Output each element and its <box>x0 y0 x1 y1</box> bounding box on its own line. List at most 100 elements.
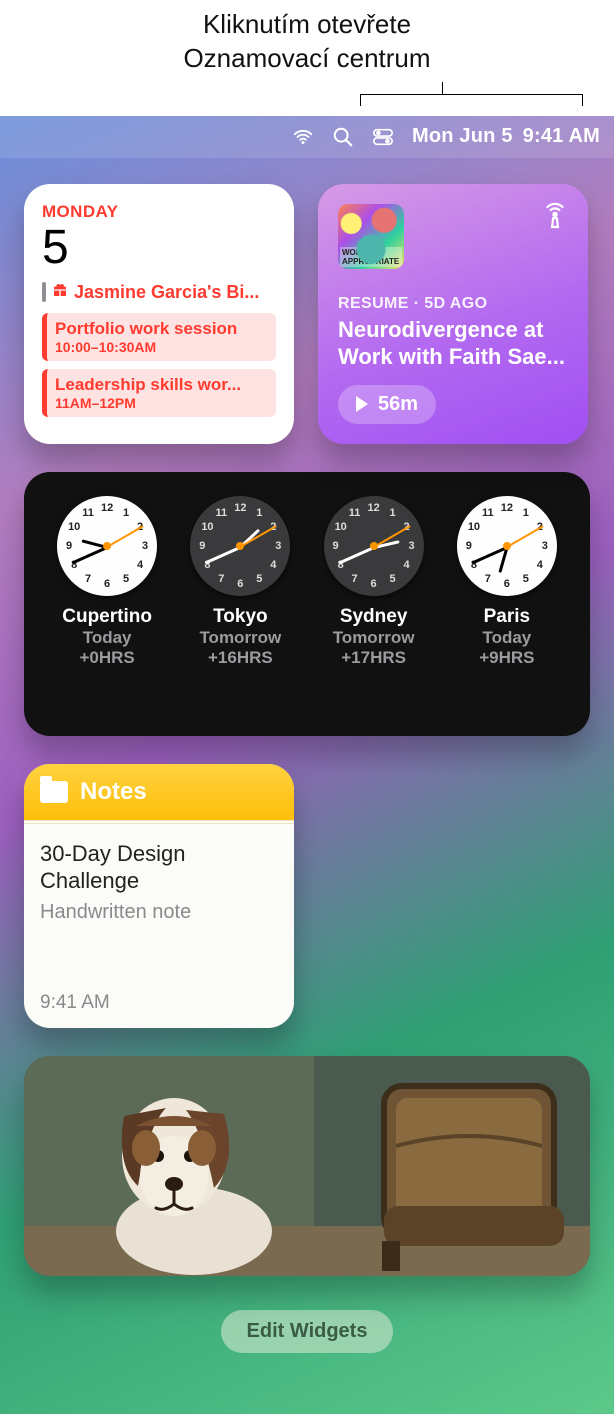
podcast-duration: 56m <box>378 393 418 416</box>
calendar-day-number: 5 <box>42 224 276 272</box>
notes-header-label: Notes <box>80 778 147 806</box>
notes-widget[interactable]: Notes 30-Day Design Challenge Handwritte… <box>24 764 294 1028</box>
calendar-event: Portfolio work session10:00–10:30AM <box>42 313 276 361</box>
control-center-icon[interactable] <box>372 126 394 148</box>
note-subtitle: Handwritten note <box>40 901 278 924</box>
clock-numeral: 11 <box>349 507 361 519</box>
podcast-play-button[interactable]: 56m <box>338 385 436 424</box>
clock-numeral: 11 <box>82 507 94 519</box>
clock-relative-day: Today <box>482 628 531 648</box>
clock-offset: +9HRS <box>479 648 534 668</box>
clock-hand-m <box>72 546 108 564</box>
clock-numeral: 12 <box>101 502 113 514</box>
wifi-icon[interactable] <box>292 126 314 148</box>
clock-numeral: 10 <box>468 521 480 533</box>
desktop: Mon Jun 5 9:41 AM MONDAY 5 Jasmine Garci… <box>0 116 614 1414</box>
clock-item: 121234567891011ParisToday+9HRS <box>444 496 570 712</box>
clock-numeral: 1 <box>256 507 262 519</box>
play-icon <box>356 396 368 412</box>
menubar: Mon Jun 5 9:41 AM <box>0 116 614 158</box>
clock-numeral: 4 <box>403 559 409 571</box>
clock-numeral: 9 <box>333 540 339 552</box>
clock-numeral: 11 <box>482 507 494 519</box>
clock-numeral: 5 <box>523 573 529 585</box>
clock-item: 121234567891011CupertinoToday+0HRS <box>44 496 170 712</box>
clock-numeral: 6 <box>504 578 510 590</box>
calendar-day-label: MONDAY <box>42 202 276 222</box>
clock-hand-m <box>338 546 374 564</box>
photos-widget[interactable] <box>24 1056 590 1276</box>
clock-numeral: 12 <box>367 502 379 514</box>
calendar-event: Leadership skills wor...11AM–12PM <box>42 369 276 417</box>
widgets-area: MONDAY 5 Jasmine Garcia's Bi... Portfoli… <box>0 158 614 1377</box>
calendar-event-title: Leadership skills wor... <box>55 375 268 395</box>
clock-hand-m <box>205 546 241 564</box>
annotation-text: Kliknutím otevřete Oznamovací centrum <box>0 0 614 80</box>
clock-numeral: 1 <box>390 507 396 519</box>
clock-numeral: 1 <box>523 507 529 519</box>
clock-offset: +0HRS <box>79 648 134 668</box>
calendar-event-time: 10:00–10:30AM <box>55 339 268 355</box>
clock-numeral: 3 <box>409 540 415 552</box>
calendar-event-time: 11AM–12PM <box>55 395 268 411</box>
clock-face: 121234567891011 <box>324 496 424 596</box>
calendar-allday-event: Jasmine Garcia's Bi... <box>42 282 276 303</box>
gift-icon <box>52 282 68 303</box>
notes-header: Notes <box>24 764 294 820</box>
clock-relative-day: Tomorrow <box>199 628 281 648</box>
clock-numeral: 3 <box>542 540 548 552</box>
clock-pin <box>103 542 111 550</box>
clock-numeral: 9 <box>466 540 472 552</box>
clock-numeral: 7 <box>485 573 491 585</box>
podcast-meta: RESUME · 5D AGO <box>338 295 568 313</box>
clock-offset: +16HRS <box>208 648 273 668</box>
clock-hand-s <box>506 525 543 548</box>
clock-item: 121234567891011SydneyTomorrow+17HRS <box>311 496 437 712</box>
clock-numeral: 5 <box>123 573 129 585</box>
podcast-title: Neurodivergence at Work with Faith Sae..… <box>338 317 568 371</box>
clock-pin <box>236 542 244 550</box>
clock-offset: +17HRS <box>341 648 406 668</box>
clock-city: Sydney <box>340 606 408 628</box>
world-clock-widget[interactable]: 121234567891011CupertinoToday+0HRS121234… <box>24 472 590 736</box>
menubar-time: 9:41 AM <box>523 125 600 148</box>
clock-hand-s <box>240 525 277 548</box>
clock-numeral: 3 <box>275 540 281 552</box>
clock-pin <box>370 542 378 550</box>
clock-numeral: 10 <box>201 521 213 533</box>
clock-hand-s <box>107 525 144 548</box>
clock-numeral: 10 <box>335 521 347 533</box>
clock-city: Cupertino <box>62 606 152 628</box>
clock-numeral: 6 <box>104 578 110 590</box>
clock-numeral: 5 <box>390 573 396 585</box>
clock-face: 121234567891011 <box>57 496 157 596</box>
note-title: 30-Day Design Challenge <box>40 840 278 895</box>
clock-numeral: 7 <box>218 573 224 585</box>
clock-relative-day: Tomorrow <box>333 628 415 648</box>
clock-numeral: 5 <box>256 573 262 585</box>
clock-item: 121234567891011TokyoTomorrow+16HRS <box>177 496 303 712</box>
clock-numeral: 9 <box>66 540 72 552</box>
folder-icon <box>40 781 68 803</box>
edit-widgets-button[interactable]: Edit Widgets <box>221 1310 394 1353</box>
clock-face: 121234567891011 <box>457 496 557 596</box>
annotation-line-1: Kliknutím otevřete <box>0 8 614 42</box>
clock-numeral: 1 <box>123 507 129 519</box>
clock-numeral: 6 <box>237 578 243 590</box>
clock-face: 121234567891011 <box>190 496 290 596</box>
podcasts-icon <box>540 202 570 237</box>
clock-numeral: 4 <box>537 559 543 571</box>
clock-numeral: 10 <box>68 521 80 533</box>
clock-numeral: 3 <box>142 540 148 552</box>
annotation-callout <box>0 82 614 116</box>
menubar-date: Mon Jun 5 <box>412 125 513 148</box>
podcast-widget[interactable]: WORK APPROPRIATE RESUME · 5D AGO Neurodi… <box>318 184 588 444</box>
calendar-widget[interactable]: MONDAY 5 Jasmine Garcia's Bi... Portfoli… <box>24 184 294 444</box>
calendar-event-title: Portfolio work session <box>55 319 268 339</box>
clock-numeral: 4 <box>137 559 143 571</box>
menubar-datetime[interactable]: Mon Jun 5 9:41 AM <box>412 125 600 148</box>
clock-relative-day: Today <box>83 628 132 648</box>
clock-numeral: 11 <box>216 507 228 519</box>
search-icon[interactable] <box>332 126 354 148</box>
podcast-art-label: WORK APPROPRIATE <box>340 247 402 267</box>
